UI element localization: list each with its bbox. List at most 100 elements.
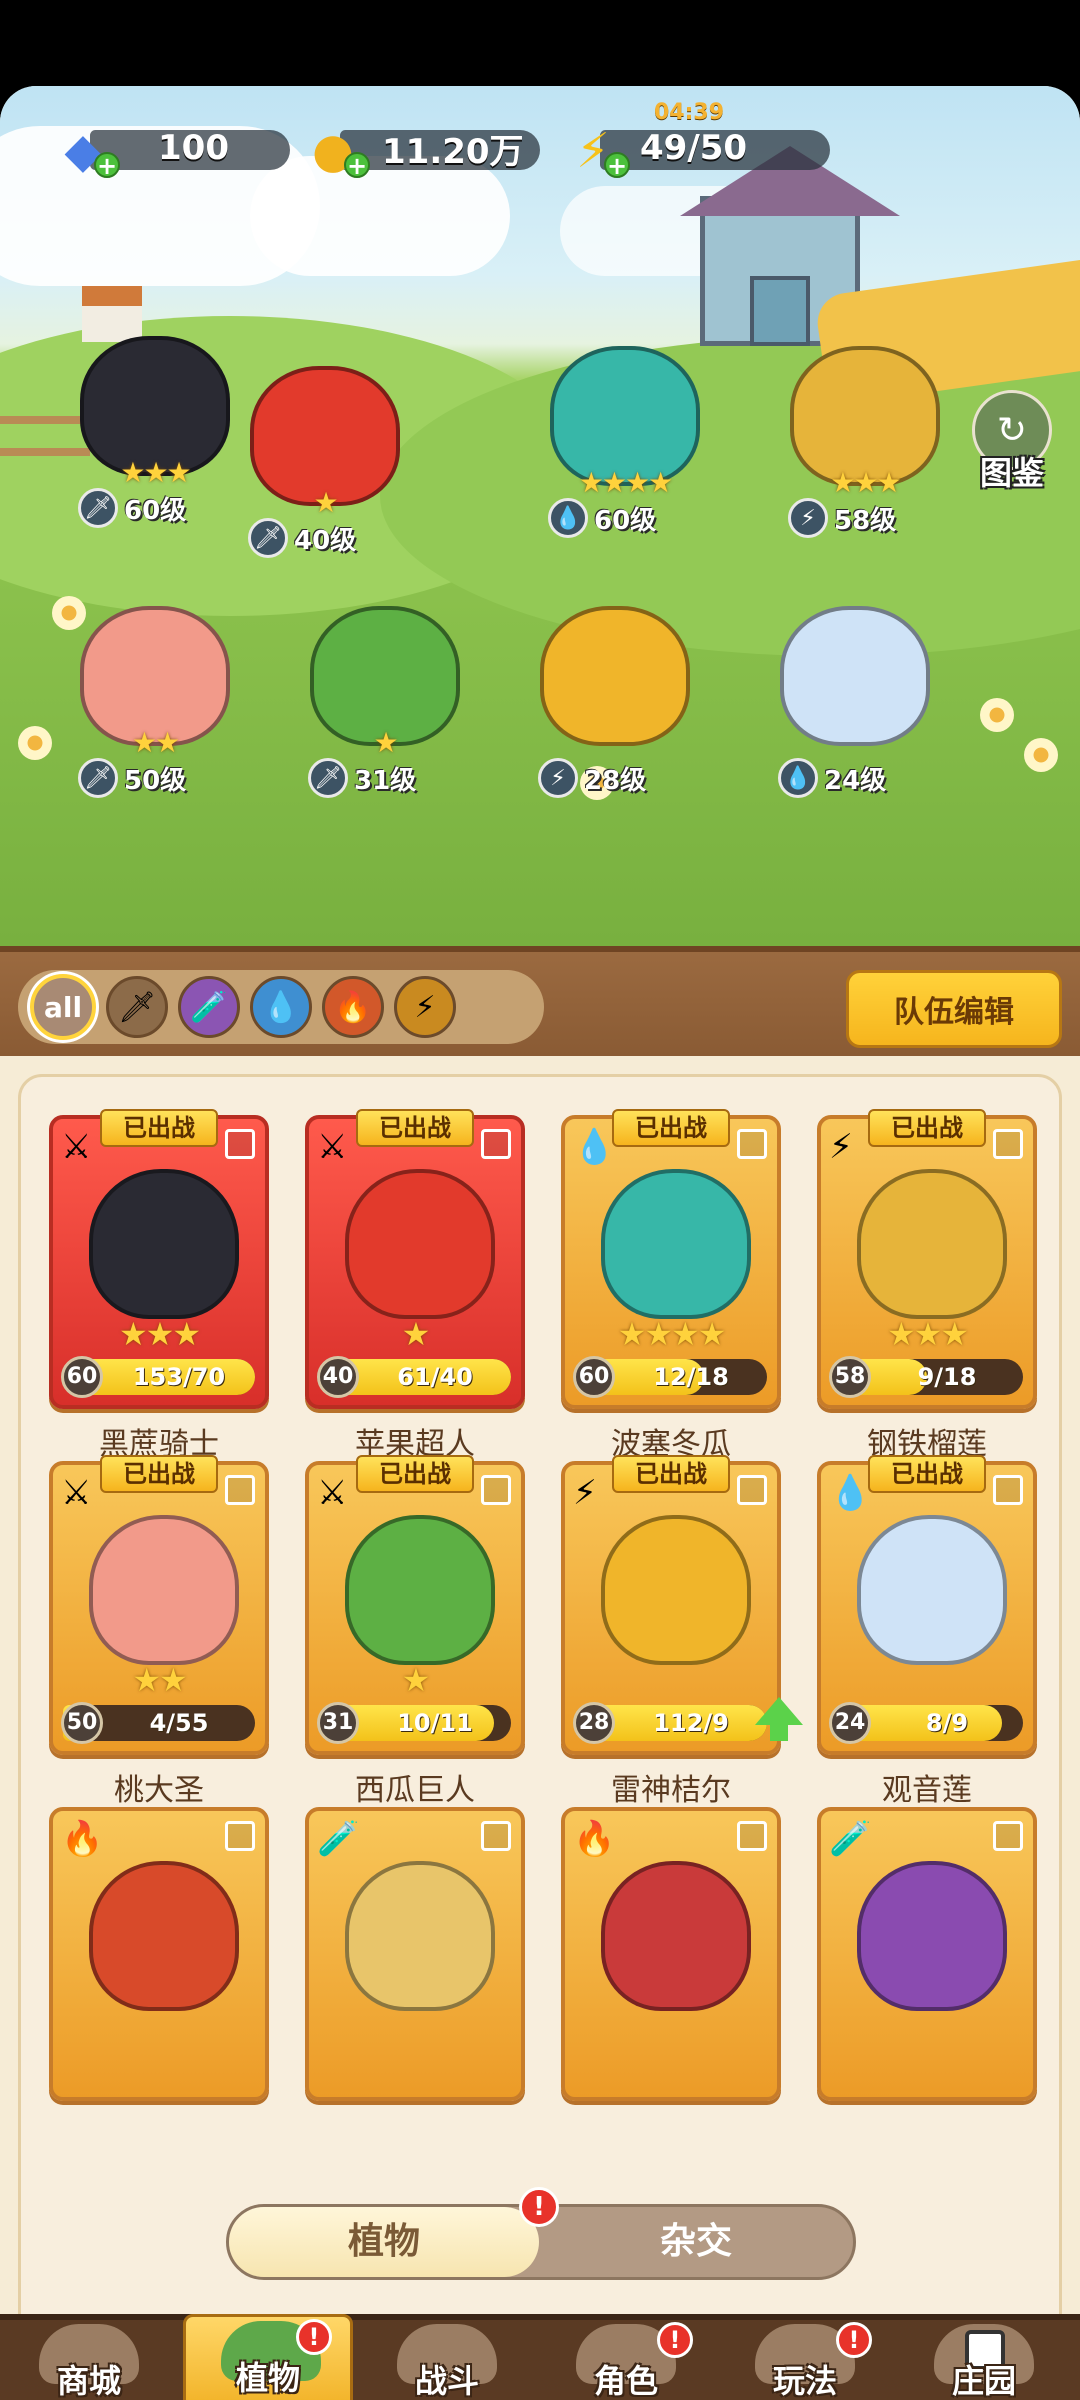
- position-icon: [737, 1821, 767, 1851]
- hero-sprite: [540, 606, 690, 746]
- hero-level-tag: ⚡ 58级: [788, 496, 896, 540]
- coin-counter[interactable]: ● + 11.20万: [300, 122, 540, 179]
- gem-counter[interactable]: ◆ + 100: [50, 122, 290, 179]
- shard-count: 4/55: [149, 1709, 209, 1737]
- position-icon: [481, 1475, 511, 1505]
- hero-level-tag: 💧 60级: [548, 496, 656, 540]
- deployed-badge: 已出战: [356, 1455, 474, 1493]
- card-frame: ⚔ ★★ 50 4/55: [49, 1461, 269, 1755]
- nav-item[interactable]: ! 植物: [183, 2314, 353, 2400]
- shard-progress-bar: 28 112/9: [573, 1702, 767, 1744]
- shard-count: 153/70: [132, 1363, 226, 1391]
- position-icon: [481, 1821, 511, 1851]
- plant-card-grid: ⚔ ★★★ 60 153/70 已出战 黑蔗骑士 ⚔ ★ 40 61/40 已出战 苹果超人 💧 ★★★★…: [18, 1074, 1062, 2334]
- nav-label: 角色: [593, 2362, 658, 2400]
- nav-item[interactable]: 商城: [4, 2320, 174, 2400]
- filter-all-button[interactable]: all: [30, 974, 96, 1040]
- sword-icon: 🗡: [117, 989, 157, 1025]
- filter-water-button[interactable]: 💧: [250, 976, 312, 1038]
- hero-stars: ★★: [131, 726, 180, 759]
- card-stars: ★★: [132, 1661, 187, 1699]
- plant-portrait: [345, 1515, 495, 1665]
- nav-item[interactable]: 庄园: [899, 2320, 1069, 2400]
- plant-card[interactable]: ⚔ ★★★ 60 153/70 已出战 黑蔗骑士: [49, 1109, 269, 1462]
- card-frame: 🔥: [561, 1807, 781, 2101]
- filter-fire-button[interactable]: 🔥: [322, 976, 384, 1038]
- nav-label: 商城: [56, 2362, 121, 2400]
- plant-card[interactable]: ⚡ ★★★ 58 9/18 已出战 钢铁榴莲: [817, 1109, 1037, 1462]
- alert-badge: !: [519, 2187, 559, 2227]
- plant-card[interactable]: 💧 ★★★★ 60 12/18 已出战 波塞冬瓜: [561, 1109, 781, 1462]
- shard-progress-bar: 60 12/18: [573, 1356, 767, 1398]
- filter-lightning-button[interactable]: ⚡: [394, 976, 456, 1038]
- potion-icon: 🧪: [190, 989, 228, 1025]
- team-hero[interactable]: ★★ 🗡 50级: [60, 606, 250, 806]
- plant-card[interactable]: ⚔ ★ 31 10/11 已出战 西瓜巨人: [305, 1455, 525, 1808]
- hero-sprite: [80, 606, 230, 746]
- codex-label: 图鉴: [979, 454, 1044, 492]
- hero-level: 40级: [294, 525, 357, 556]
- team-hero[interactable]: ★★★★ 💧 60级: [530, 346, 720, 546]
- alert-badge: !: [836, 2322, 872, 2358]
- bottom-nav: 商城! 植物 战斗! 角色! 玩法 庄园: [0, 2314, 1080, 2400]
- sword-icon: 🗡: [248, 518, 288, 558]
- team-hero[interactable]: ★★★ 🗡 60级: [60, 336, 250, 536]
- card-frame: ⚡ 28 112/9: [561, 1461, 781, 1755]
- plant-portrait: [89, 1861, 239, 2011]
- position-icon: [481, 1129, 511, 1159]
- filter-poison-button[interactable]: 🧪: [178, 976, 240, 1038]
- plant-portrait: [601, 1169, 751, 1319]
- plant-card[interactable]: 🔥: [49, 1807, 269, 2101]
- nav-label: 战斗: [414, 2362, 479, 2400]
- filter-sword-button[interactable]: 🗡: [106, 976, 168, 1038]
- flower: [980, 698, 1014, 732]
- card-level: 28: [573, 1702, 615, 1744]
- water-icon: 💧: [548, 498, 588, 538]
- hero-level: 31级: [354, 765, 417, 796]
- position-icon: [993, 1475, 1023, 1505]
- plant-card[interactable]: 🔥: [561, 1807, 781, 2101]
- game-screen: ◆ + 100 ● + 11.20万 ⚡ + 49/50 04:39 ↻ 图鉴 …: [0, 86, 1080, 2400]
- lightning-icon: ⚡: [788, 498, 828, 538]
- team-scene: ◆ + 100 ● + 11.20万 ⚡ + 49/50 04:39 ↻ 图鉴 …: [0, 86, 1080, 946]
- nav-item[interactable]: ! 玩法: [720, 2320, 890, 2400]
- plant-card[interactable]: ⚔ ★ 40 61/40 已出战 苹果超人: [305, 1109, 525, 1462]
- nav-item[interactable]: ! 角色: [541, 2320, 711, 2400]
- team-edit-button[interactable]: 队伍编辑: [846, 970, 1062, 1048]
- hero-sprite: [550, 346, 700, 486]
- hero-level: 28级: [584, 765, 647, 796]
- hero-level: 60级: [124, 495, 187, 526]
- plant-hybrid-toggle[interactable]: 植物 杂交 !: [226, 2187, 856, 2280]
- team-hero[interactable]: ⚡ 28级: [520, 606, 710, 806]
- plant-card[interactable]: 💧 24 8/9 已出战 观音莲: [817, 1455, 1037, 1808]
- plant-card[interactable]: ⚔ ★★ 50 4/55 已出战 桃大圣: [49, 1455, 269, 1808]
- element-icon: ⚔: [317, 1127, 348, 1167]
- shard-progress-bar: 24 8/9: [829, 1702, 1023, 1744]
- card-level: 60: [573, 1356, 615, 1398]
- card-level: 31: [317, 1702, 359, 1744]
- hero-level: 60级: [594, 505, 657, 536]
- codex-button[interactable]: ↻ 图鉴: [966, 390, 1058, 494]
- add-coins-icon[interactable]: +: [344, 152, 370, 178]
- add-gems-icon[interactable]: +: [94, 152, 120, 178]
- add-energy-icon[interactable]: +: [604, 152, 630, 178]
- element-icon: ⚡: [573, 1473, 597, 1513]
- energy-counter[interactable]: ⚡ + 49/50: [560, 122, 830, 179]
- tab-plants[interactable]: 植物: [229, 2207, 539, 2277]
- tab-hybrid[interactable]: 杂交: [539, 2207, 853, 2277]
- nav-item[interactable]: 战斗: [362, 2320, 532, 2400]
- team-hero[interactable]: ★★★ ⚡ 58级: [770, 346, 960, 546]
- small-house: [82, 286, 142, 342]
- hero-level-tag: 🗡 31级: [308, 756, 416, 800]
- team-hero[interactable]: ★ 🗡 40级: [230, 366, 420, 566]
- hero-sprite: [790, 346, 940, 486]
- plant-card[interactable]: ⚡ 28 112/9 已出战 雷神桔尔: [561, 1455, 803, 1808]
- element-icon: 🔥: [61, 1819, 104, 1859]
- position-icon: [225, 1129, 255, 1159]
- position-icon: [225, 1475, 255, 1505]
- team-hero[interactable]: ★ 🗡 31级: [290, 606, 480, 806]
- plant-portrait: [89, 1515, 239, 1665]
- team-hero[interactable]: 💧 24级: [760, 606, 950, 806]
- plant-card[interactable]: 🧪: [305, 1807, 525, 2101]
- plant-card[interactable]: 🧪: [817, 1807, 1037, 2101]
